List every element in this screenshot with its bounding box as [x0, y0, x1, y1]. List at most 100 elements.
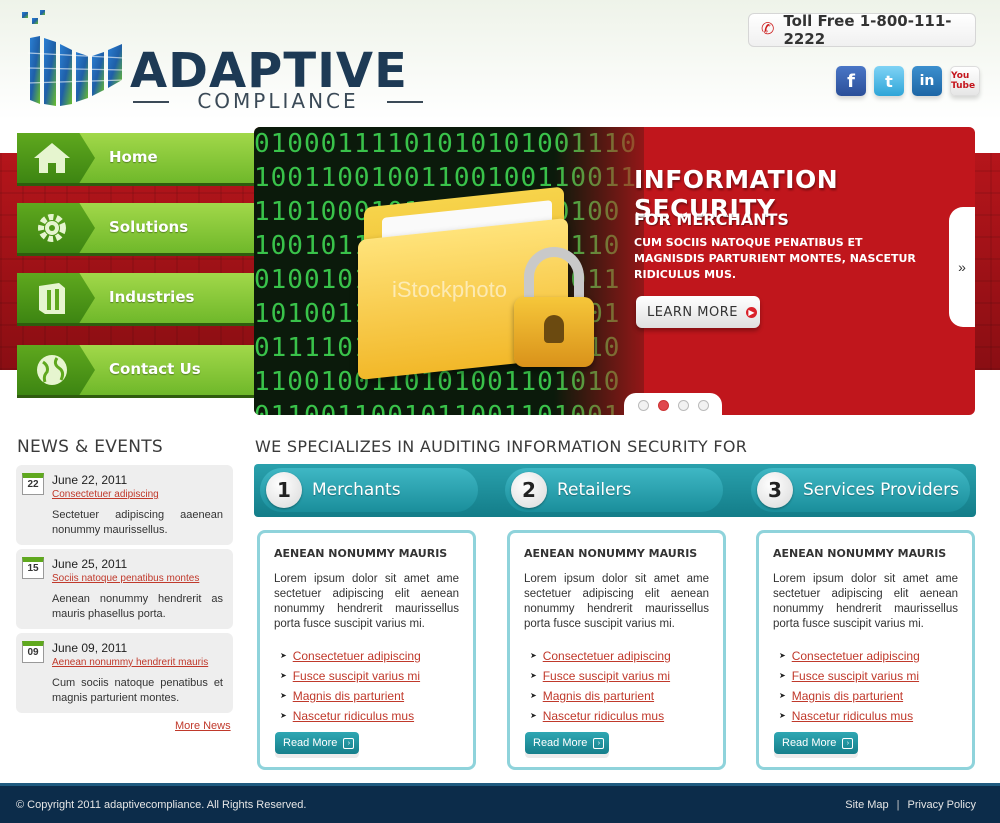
- card-link[interactable]: Consectetuer adipiscing: [792, 646, 920, 666]
- nav-item-contact[interactable]: Contact Us: [17, 345, 287, 395]
- read-more-label: Read More: [533, 737, 588, 749]
- list-item: ➤ Fusce suscipit varius mi: [779, 666, 958, 686]
- footer: © Copyright 2011 adaptivecompliance. All…: [0, 783, 1000, 823]
- learn-more-label: LEARN MORE: [647, 304, 738, 320]
- home-icon: [34, 143, 70, 173]
- slide-subtitle: FOR MERCHANTS: [634, 210, 789, 229]
- arrow-right-icon: ➤: [530, 651, 537, 660]
- social-links: f t in You Tube: [836, 66, 980, 96]
- card-link[interactable]: Fusce suscipit varius mi: [792, 666, 919, 686]
- news-item: 22 June 22, 2011 Consectetuer adipiscing…: [16, 465, 233, 545]
- card-text: Lorem ipsum dolor sit amet ame sectetuer…: [773, 573, 958, 630]
- card-links: ➤ Consectetuer adipiscing ➤ Fusce suscipit…: [773, 646, 958, 726]
- card-link[interactable]: Nascetur ridiculus mus: [543, 706, 664, 726]
- nav-tab: [17, 203, 95, 253]
- learn-more-button[interactable]: LEARN MORE ▶: [636, 296, 760, 328]
- nav-tab: [17, 133, 95, 183]
- arrow-right-icon: ➤: [530, 711, 537, 720]
- read-more-button[interactable]: Read More ›: [774, 732, 858, 754]
- segment-retailers[interactable]: 2 Retailers: [505, 468, 723, 512]
- news-text: Cum sociis natoque penatibus et magnis p…: [52, 677, 223, 704]
- card-link[interactable]: Fusce suscipit varius mi: [293, 666, 420, 686]
- card-heading: AENEAN NONUMMY MAURIS: [773, 547, 947, 560]
- hero-slide: 01000111101010101001110 1001100100110010…: [254, 127, 975, 415]
- nav-item-home[interactable]: Home: [17, 133, 287, 183]
- list-item: ➤ Consectetuer adipiscing: [779, 646, 958, 666]
- calendar-icon: 09: [22, 641, 44, 663]
- youtube-icon[interactable]: You Tube: [950, 66, 980, 96]
- news-title: NEWS & EVENTS: [17, 437, 164, 457]
- card-link[interactable]: Nascetur ridiculus mus: [293, 706, 414, 726]
- news-link[interactable]: Aenean nonummy hendrerit mauris: [52, 655, 223, 671]
- nav-label-contact: Contact Us: [109, 360, 201, 378]
- list-item: ➤ Magnis dis parturient: [779, 686, 958, 706]
- nav-tab: [17, 345, 95, 395]
- segment-number: 1: [266, 472, 302, 508]
- card-text: Lorem ipsum dolor sit amet ame sectetuer…: [524, 573, 709, 630]
- news-text: Aenean nonummy hendrerit as mauris phase…: [52, 593, 223, 620]
- footer-links: Site Map | Privacy Policy: [845, 799, 976, 811]
- news-text: Sectetuer adipiscing aaenean nonummy mau…: [52, 509, 223, 536]
- card-links: ➤ Consectetuer adipiscing ➤ Fusce suscipit…: [524, 646, 709, 726]
- gear-icon: [38, 214, 66, 242]
- news-date: June 25, 2011: [52, 557, 128, 571]
- chevron-right-icon: ›: [593, 737, 605, 749]
- list-item: ➤ Nascetur ridiculus mus: [530, 706, 709, 726]
- card-link[interactable]: Consectetuer adipiscing: [543, 646, 671, 666]
- read-more-button[interactable]: Read More ›: [275, 732, 359, 754]
- arrow-right-icon: ➤: [280, 651, 287, 660]
- slide-dot[interactable]: [637, 399, 649, 411]
- slide-description: CUM SOCIIS NATOQUE PENATIBUS ET MAGNISDI…: [634, 236, 916, 281]
- chevron-right-icon: ›: [842, 737, 854, 749]
- card-link[interactable]: Nascetur ridiculus mus: [792, 706, 913, 726]
- arrow-right-icon: ➤: [280, 671, 287, 680]
- copyright-text: © Copyright 2011 adaptivecompliance. All…: [16, 798, 307, 811]
- arrow-right-icon: ➤: [530, 691, 537, 700]
- list-item: ➤ Nascetur ridiculus mus: [779, 706, 958, 726]
- slide-dot-active[interactable]: [657, 399, 669, 411]
- building-icon: [39, 283, 65, 314]
- slide-dot[interactable]: [697, 399, 709, 411]
- segment-bar: 1 Merchants 2 Retailers 3 Services Provi…: [254, 464, 976, 517]
- more-news-link[interactable]: More News: [175, 720, 231, 732]
- slide-pagination: [624, 393, 722, 415]
- list-item: ➤ Magnis dis parturient: [530, 686, 709, 706]
- sitemap-link[interactable]: Site Map: [845, 799, 888, 811]
- card-link[interactable]: Fusce suscipit varius mi: [543, 666, 670, 686]
- arrow-right-icon: ▶: [745, 306, 757, 318]
- logo-subtitle: COMPLIANCE: [133, 90, 423, 112]
- list-item: ➤ Magnis dis parturient: [280, 686, 459, 706]
- twitter-icon[interactable]: t: [874, 66, 904, 96]
- card-link[interactable]: Magnis dis parturient: [293, 686, 404, 706]
- read-more-label: Read More: [782, 737, 837, 749]
- news-item: 15 June 25, 2011 Sociis natoque penatibu…: [16, 549, 233, 629]
- logo[interactable]: ADAPTIVE COMPLIANCE: [18, 8, 428, 118]
- news-link[interactable]: Consectetuer adipiscing: [52, 487, 223, 503]
- segment-service-providers[interactable]: 3 Services Providers: [751, 468, 970, 512]
- card-link[interactable]: Magnis dis parturient: [543, 686, 654, 706]
- card-heading: AENEAN NONUMMY MAURIS: [524, 547, 698, 560]
- read-more-button[interactable]: Read More ›: [525, 732, 609, 754]
- segment-label: Services Providers: [803, 480, 959, 500]
- toll-free-phone: ✆ Toll Free 1-800-111-2222: [748, 12, 976, 48]
- privacy-policy-link[interactable]: Privacy Policy: [908, 799, 976, 811]
- arrow-right-icon: ➤: [530, 671, 537, 680]
- card-links: ➤ Consectetuer adipiscing ➤ Fusce suscipit…: [274, 646, 459, 726]
- arrow-right-icon: ➤: [779, 651, 786, 660]
- news-date: June 09, 2011: [52, 641, 128, 655]
- nav-item-solutions[interactable]: Solutions: [17, 203, 287, 253]
- phone-icon: ✆: [761, 21, 775, 38]
- arrow-right-icon: ➤: [280, 691, 287, 700]
- segment-merchants[interactable]: 1 Merchants: [260, 468, 478, 512]
- read-more-label: Read More: [283, 737, 338, 749]
- card-link[interactable]: Consectetuer adipiscing: [293, 646, 421, 666]
- slide-dot[interactable]: [677, 399, 689, 411]
- nav-label-home: Home: [109, 148, 158, 166]
- card-link[interactable]: Magnis dis parturient: [792, 686, 903, 706]
- news-link[interactable]: Sociis natoque penatibus montes: [52, 571, 223, 587]
- facebook-icon[interactable]: f: [836, 66, 866, 96]
- slide-next-arrow[interactable]: »: [949, 207, 975, 327]
- linkedin-icon[interactable]: in: [912, 66, 942, 96]
- nav-item-industries[interactable]: Industries: [17, 273, 287, 323]
- nav-tab: [17, 273, 95, 323]
